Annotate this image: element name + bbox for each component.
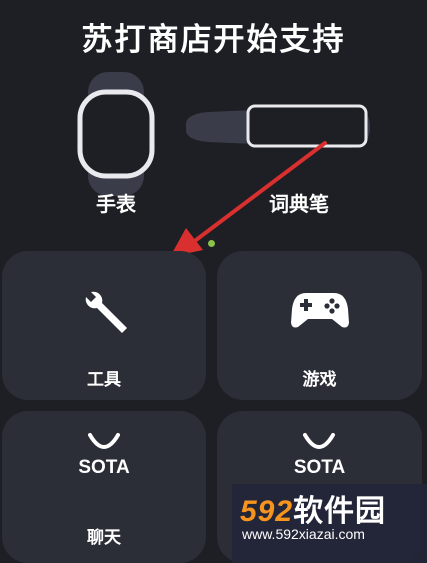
watch-icon — [77, 72, 155, 196]
wrench-icon — [85, 291, 127, 333]
sota-logo-icon — [88, 433, 120, 449]
category-tools-label: 工具 — [87, 370, 121, 390]
device-watch-label: 手表 — [96, 192, 136, 216]
watermark: 592软件园 www.592xiazai.com — [232, 484, 427, 563]
category-tile-games[interactable]: 游戏 — [217, 251, 422, 400]
device-dictionary-pen-label: 词典笔 — [269, 192, 329, 216]
page-title: 苏打商店开始支持 — [81, 22, 346, 58]
sota-logo-icon — [303, 433, 335, 449]
gamepad-icon — [291, 293, 349, 328]
watermark-name: 软件园 — [293, 494, 387, 529]
dictionary-pen-icon — [186, 104, 370, 148]
sota-logo-text: SOTA — [78, 457, 130, 478]
category-games-label: 游戏 — [302, 370, 337, 390]
sota-logo-text: SOTA — [293, 457, 346, 478]
category-tile-chat[interactable]: SOTA 聊天 — [2, 411, 206, 563]
category-chat-label: 聊天 — [87, 528, 121, 548]
watermark-brand: 592软件园 — [240, 486, 386, 530]
category-tile-tools[interactable]: 工具 — [2, 251, 206, 400]
watermark-number: 592 — [240, 495, 294, 528]
watermark-url: www.592xiazai.com — [242, 526, 365, 542]
status-dot — [208, 240, 215, 247]
